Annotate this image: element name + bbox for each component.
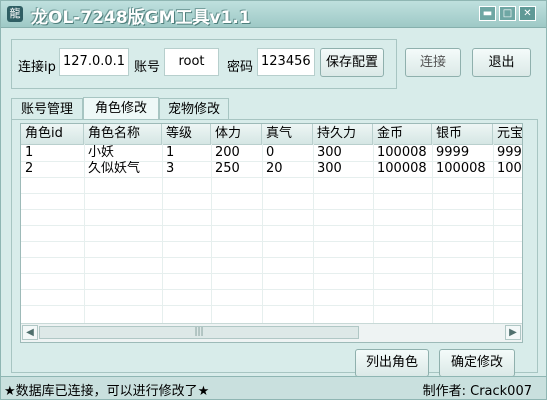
column-header[interactable]: 金币	[373, 124, 432, 144]
column-header[interactable]: 银币	[432, 124, 493, 144]
password-input[interactable]: 123456	[257, 48, 315, 76]
grid-line	[21, 209, 522, 210]
cell-gold: 100008	[377, 161, 427, 176]
cell-role-id: 1	[25, 145, 34, 160]
scroll-thumb[interactable]: |||	[39, 326, 359, 339]
column-header[interactable]: 真气	[262, 124, 313, 144]
cell-role-name: 小妖	[88, 145, 115, 160]
grid-line	[21, 257, 522, 258]
cell-qi: 20	[266, 161, 283, 176]
grid-line	[21, 305, 522, 306]
cell-ingot: 100	[497, 161, 522, 176]
maximize-button[interactable]: □	[499, 6, 516, 21]
account-input[interactable]: root	[164, 48, 219, 76]
horizontal-scrollbar[interactable]: ◀ ||| ▶	[21, 323, 522, 342]
grid-line	[21, 177, 522, 178]
cell-stamina: 250	[215, 161, 240, 176]
cell-silver: 100008	[436, 161, 486, 176]
cell-qi: 0	[266, 145, 275, 160]
column-header[interactable]: 角色名称	[84, 124, 162, 144]
column-header[interactable]: 等级	[162, 124, 211, 144]
account-label: 账号	[134, 60, 161, 75]
status-message: ★数据库已连接，可以进行修改了★	[4, 384, 210, 399]
cell-role-name: 久似妖气	[88, 161, 141, 176]
column-header[interactable]: 角色id	[21, 124, 84, 144]
exit-button[interactable]: 退出	[472, 48, 531, 77]
scroll-left-icon[interactable]: ◀	[22, 325, 38, 340]
main-window: 龍 龙OL-7248版GM工具v1.1 ▬ □ ✕ 连接ip 127.0.0.1…	[0, 0, 547, 400]
connect-button[interactable]: 连接	[405, 48, 461, 77]
author-credit: 制作者: Crack007	[422, 384, 532, 399]
cell-role-id: 2	[25, 161, 34, 176]
scroll-right-icon[interactable]: ▶	[505, 325, 521, 340]
tab-pet-edit[interactable]: 宠物修改	[159, 98, 229, 120]
host-input[interactable]: 127.0.0.1	[59, 48, 129, 76]
column-header[interactable]: 元宝	[493, 124, 522, 144]
cell-level: 1	[166, 145, 175, 160]
grid-line	[21, 241, 522, 242]
table-row[interactable]: 1 小妖 1 200 0 300 100008 9999 9999	[21, 145, 522, 161]
grid-line	[21, 273, 522, 274]
status-bar: ★数据库已连接，可以进行修改了★ 制作者: Crack007	[1, 376, 546, 399]
cell-endurance: 300	[317, 161, 342, 176]
grid-line	[21, 289, 522, 290]
grid-line	[21, 193, 522, 194]
save-config-button[interactable]: 保存配置	[320, 48, 384, 77]
minimize-button[interactable]: ▬	[479, 6, 496, 21]
title-bar[interactable]: 龍 龙OL-7248版GM工具v1.1 ▬ □ ✕	[1, 1, 546, 28]
cell-stamina: 200	[215, 145, 240, 160]
cell-gold: 100008	[377, 145, 427, 160]
cell-ingot: 9999	[497, 145, 522, 160]
tab-role-edit[interactable]: 角色修改	[83, 97, 159, 121]
list-roles-button[interactable]: 列出角色	[355, 349, 429, 377]
password-label: 密码	[227, 60, 254, 75]
dragon-logo-icon: 龍	[7, 6, 23, 22]
role-table[interactable]: 角色id 角色名称 等级 体力 真气 持久力 金币 银币 元宝 1 小妖 1 2…	[20, 123, 523, 343]
window-title: 龙OL-7248版GM工具v1.1	[31, 8, 251, 28]
table-header: 角色id 角色名称 等级 体力 真气 持久力 金币 银币 元宝	[21, 124, 522, 145]
column-header[interactable]: 体力	[211, 124, 262, 144]
close-button[interactable]: ✕	[519, 6, 536, 21]
grid-line	[21, 225, 522, 226]
host-label: 连接ip	[18, 60, 56, 75]
tab-account-management[interactable]: 账号管理	[11, 98, 83, 120]
apply-changes-button[interactable]: 确定修改	[439, 349, 515, 377]
cell-level: 3	[166, 161, 175, 176]
table-row[interactable]: 2 久似妖气 3 250 20 300 100008 100008 100	[21, 161, 522, 177]
cell-silver: 9999	[436, 145, 470, 160]
column-header[interactable]: 持久力	[313, 124, 373, 144]
cell-endurance: 300	[317, 145, 342, 160]
